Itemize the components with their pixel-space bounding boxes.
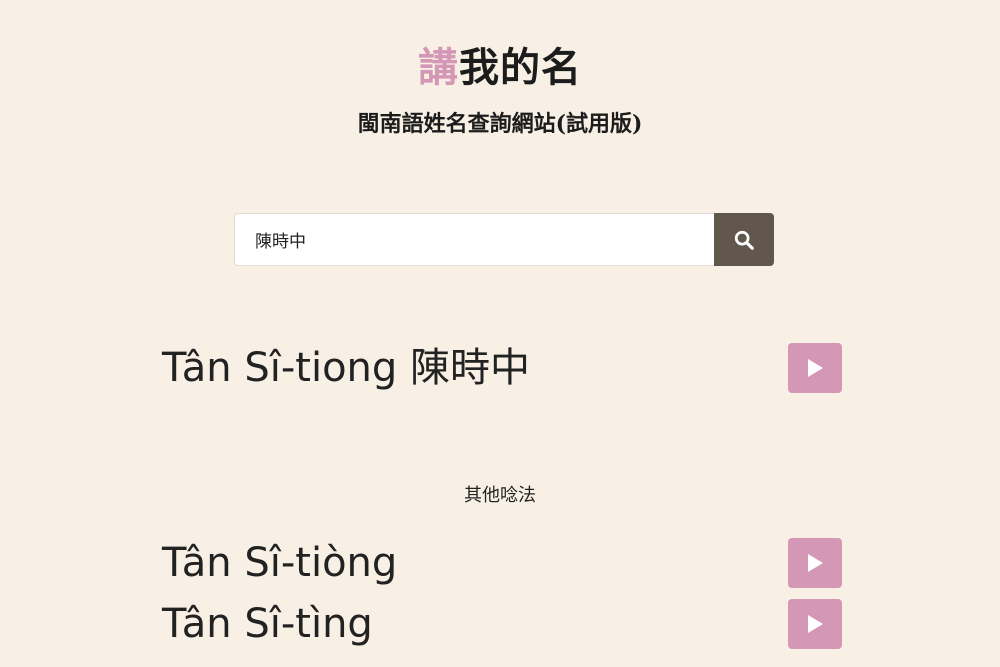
search-icon [734, 230, 754, 250]
main-play-button[interactable] [788, 343, 842, 393]
alt-result-text: Tân Sî-tìng [162, 601, 373, 647]
main-result-row: Tân Sî-tiong 陳時中 [162, 341, 842, 395]
site-logo[interactable]: 講我的名 [0, 38, 1000, 98]
play-icon [808, 359, 823, 377]
play-icon [808, 615, 823, 633]
alt-result-row: Tân Sî-tiòng [162, 536, 842, 590]
alt-result-text: Tân Sî-tiòng [162, 540, 398, 586]
alt-play-button[interactable] [788, 599, 842, 649]
logo-rest-text: 我的名 [459, 44, 582, 91]
alt-result-row: Tân Sî-tìng [162, 597, 842, 651]
search-button[interactable] [714, 213, 774, 266]
play-icon [808, 554, 823, 572]
alternatives-heading: 其他唸法 [464, 485, 536, 506]
search-input[interactable] [234, 213, 714, 266]
main-result-text: Tân Sî-tiong 陳時中 [162, 345, 531, 391]
site-subtitle: 閩南語姓名查詢網站(試用版) [357, 111, 643, 137]
search-bar [234, 213, 774, 266]
alt-play-button[interactable] [788, 538, 842, 588]
site-header: 講我的名 閩南語姓名查詢網站(試用版) [0, 38, 1000, 144]
logo-accent-char: 講 [418, 44, 459, 91]
